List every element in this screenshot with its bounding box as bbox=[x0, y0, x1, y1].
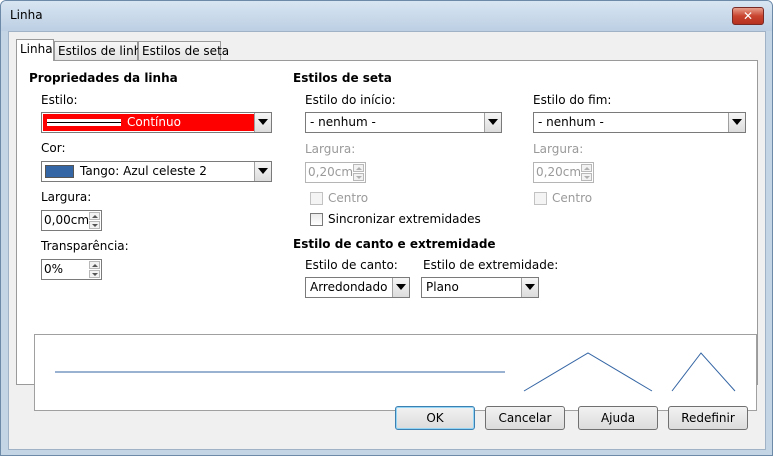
chevron-down-icon bbox=[488, 119, 498, 125]
style-highlight: Contínuo bbox=[43, 114, 254, 131]
dropdown-button[interactable] bbox=[521, 278, 538, 297]
color-label: Cor: bbox=[41, 141, 66, 155]
tab-estilos-de-linha[interactable]: Estilos de linha bbox=[54, 41, 149, 60]
start-center-checkbox[interactable] bbox=[310, 192, 323, 205]
spin-buttons bbox=[581, 164, 592, 181]
style-label: Estilo: bbox=[41, 93, 78, 107]
close-button[interactable]: ✕ bbox=[732, 7, 764, 25]
preview-narrow-angle bbox=[671, 352, 736, 392]
dropdown-button[interactable] bbox=[254, 113, 271, 132]
start-width-label: Largura: bbox=[305, 142, 356, 156]
close-icon: ✕ bbox=[742, 9, 754, 23]
dropdown-button[interactable] bbox=[254, 162, 271, 181]
spin-buttons bbox=[89, 261, 100, 278]
start-style-label: Estilo do início: bbox=[305, 93, 396, 107]
start-style-select[interactable]: - nenhum - bbox=[305, 112, 502, 133]
preview-wide-angle bbox=[523, 352, 653, 392]
line-style-select[interactable]: Contínuo bbox=[41, 112, 272, 133]
end-width-label: Largura: bbox=[533, 142, 584, 156]
chevron-down-icon bbox=[732, 119, 742, 125]
spin-down-button[interactable] bbox=[353, 173, 364, 181]
spin-down-button[interactable] bbox=[581, 173, 592, 181]
window-title: Linha bbox=[10, 8, 43, 22]
line-style-sample bbox=[47, 119, 121, 126]
cancel-button[interactable]: Cancelar bbox=[485, 406, 565, 430]
dialog-client: Linha Estilos de linha Estilos de seta P… bbox=[8, 31, 766, 450]
line-sample-stroke bbox=[47, 122, 121, 123]
chevron-down-icon bbox=[396, 284, 406, 290]
line-preview bbox=[34, 334, 757, 411]
end-width-value: 0,20cm bbox=[536, 165, 582, 179]
line-properties-heading: Propriedades da linha bbox=[29, 71, 178, 85]
line-color-value: Tango: Azul celeste 2 bbox=[80, 164, 207, 178]
reset-button[interactable]: Redefinir bbox=[668, 406, 748, 430]
tab-panel: Propriedades da linha Estilo: Contínuo C… bbox=[16, 60, 758, 411]
spin-up-button[interactable] bbox=[581, 164, 592, 172]
corner-style-select[interactable]: Arredondado bbox=[305, 277, 410, 298]
title-bar[interactable]: Linha ✕ bbox=[1, 1, 772, 31]
spin-down-button[interactable] bbox=[89, 270, 100, 278]
chevron-down-icon bbox=[258, 168, 268, 174]
transparency-spinner[interactable]: 0% bbox=[41, 259, 102, 280]
start-center-label: Centro bbox=[328, 191, 369, 205]
line-color-select[interactable]: Tango: Azul celeste 2 bbox=[41, 161, 272, 182]
dialog-window: Linha ✕ Linha Estilos de linha Estilos d… bbox=[0, 0, 773, 456]
end-style-label: Estilo do fim: bbox=[533, 93, 612, 107]
end-width-spinner[interactable]: 0,20cm bbox=[533, 162, 594, 183]
start-style-value: - nenhum - bbox=[310, 115, 376, 129]
start-width-spinner[interactable]: 0,20cm bbox=[305, 162, 366, 183]
end-center-label: Centro bbox=[552, 191, 593, 205]
arrow-styles-heading: Estilos de seta bbox=[293, 71, 392, 85]
start-width-value: 0,20cm bbox=[308, 165, 354, 179]
line-width-value: 0,00cm bbox=[44, 213, 90, 227]
chevron-down-icon bbox=[258, 119, 268, 125]
spin-up-button[interactable] bbox=[353, 164, 364, 172]
spin-buttons bbox=[353, 164, 364, 181]
help-button[interactable]: Ajuda bbox=[578, 406, 658, 430]
corner-cap-heading: Estilo de canto e extremidade bbox=[293, 237, 496, 251]
line-style-value: Contínuo bbox=[127, 115, 181, 129]
line-width-spinner[interactable]: 0,00cm bbox=[41, 210, 102, 231]
color-swatch bbox=[45, 165, 74, 178]
dropdown-button[interactable] bbox=[392, 278, 409, 297]
sync-ends-label: Sincronizar extremidades bbox=[328, 212, 481, 226]
end-style-value: - nenhum - bbox=[538, 115, 604, 129]
sync-ends-checkbox[interactable] bbox=[310, 213, 323, 226]
corner-style-label: Estilo de canto: bbox=[305, 258, 398, 272]
transparency-label: Transparência: bbox=[41, 239, 129, 253]
tab-linha[interactable]: Linha bbox=[16, 39, 54, 61]
cap-style-value: Plano bbox=[426, 280, 459, 294]
spin-up-button[interactable] bbox=[89, 212, 100, 220]
preview-canvas bbox=[55, 352, 736, 392]
cap-style-select[interactable]: Plano bbox=[421, 277, 539, 298]
spin-buttons bbox=[89, 212, 100, 229]
width-label: Largura: bbox=[41, 190, 92, 204]
dropdown-button[interactable] bbox=[728, 113, 745, 132]
ok-button[interactable]: OK bbox=[395, 406, 475, 430]
dropdown-button[interactable] bbox=[484, 113, 501, 132]
tab-estilos-de-seta[interactable]: Estilos de seta bbox=[138, 41, 229, 60]
end-style-select[interactable]: - nenhum - bbox=[533, 112, 746, 133]
spin-up-button[interactable] bbox=[89, 261, 100, 269]
cap-style-label: Estilo de extremidade: bbox=[423, 258, 559, 272]
chevron-down-icon bbox=[525, 284, 535, 290]
end-center-checkbox[interactable] bbox=[534, 192, 547, 205]
corner-style-value: Arredondado bbox=[310, 280, 388, 294]
transparency-value: 0% bbox=[44, 262, 64, 276]
spin-down-button[interactable] bbox=[89, 221, 100, 229]
